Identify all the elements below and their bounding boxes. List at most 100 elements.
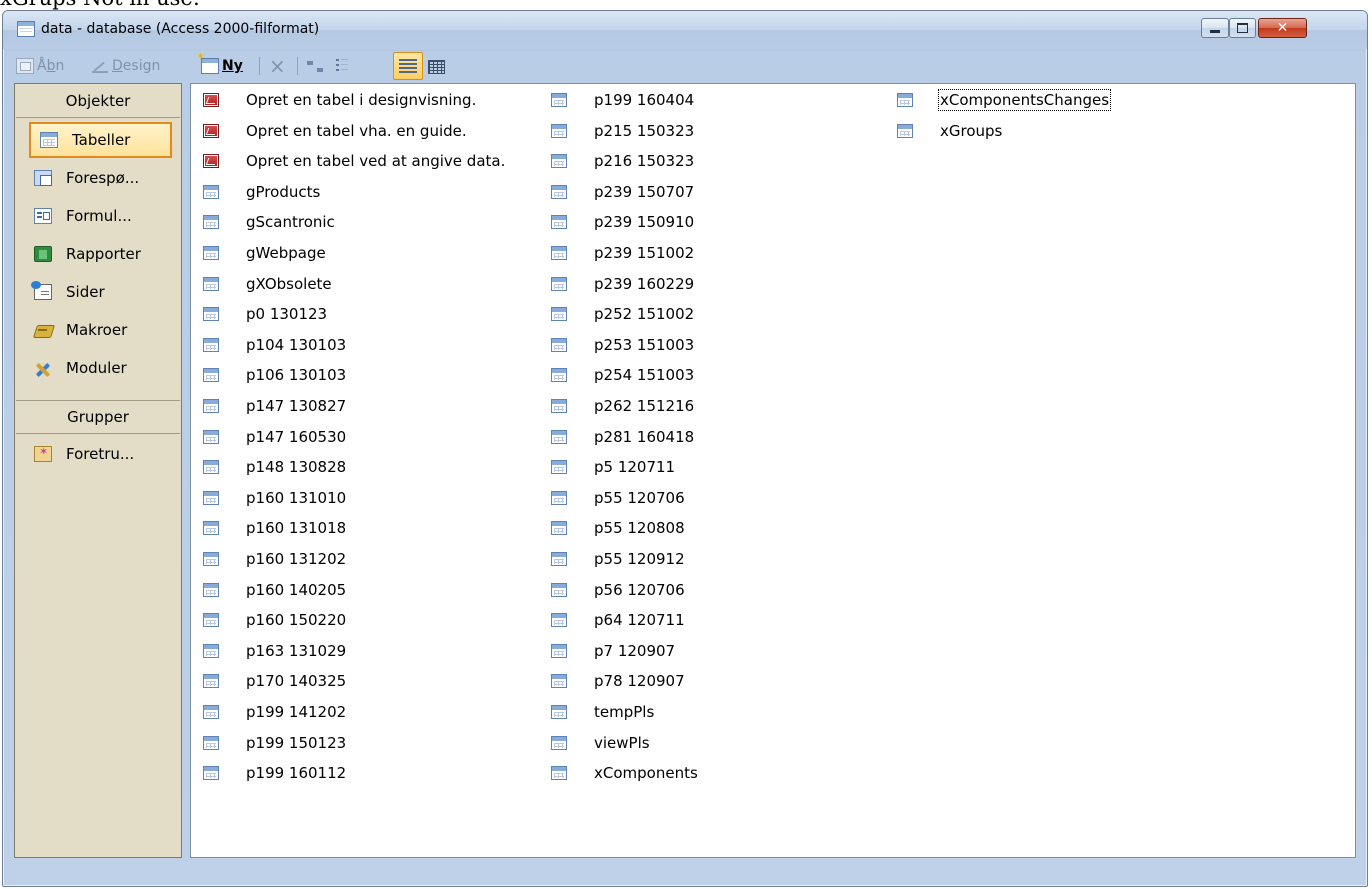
minimize-button[interactable] — [1201, 18, 1229, 38]
table-icon — [203, 215, 219, 229]
table-item[interactable]: p106 130103 — [203, 360, 347, 390]
table-item-label: p55 120912 — [594, 550, 685, 568]
database-window-icon[interactable] — [17, 21, 35, 37]
table-item[interactable]: gProducts — [203, 177, 321, 207]
close-button[interactable]: ✕ — [1258, 18, 1307, 38]
grid-view-button[interactable] — [427, 54, 448, 78]
sidebar-item-label: Foretru... — [66, 445, 135, 463]
table-item[interactable]: p0 130123 — [203, 299, 328, 329]
table-item[interactable]: p55 120808 — [551, 513, 686, 543]
table-item[interactable]: p215 150323 — [551, 116, 695, 146]
sidebar-item-reports[interactable]: Rapporter — [23, 236, 173, 272]
table-item[interactable]: p55 120912 — [551, 544, 686, 574]
table-item[interactable]: p160 131202 — [203, 544, 347, 574]
table-item[interactable]: p163 131029 — [203, 636, 347, 666]
sidebar-item-modules[interactable]: Moduler — [23, 350, 173, 386]
table-item[interactable]: p160 140205 — [203, 575, 347, 605]
table-item[interactable]: gWebpage — [203, 238, 327, 268]
table-item[interactable]: p78 120907 — [551, 666, 686, 696]
groups-header[interactable]: Grupper — [16, 400, 180, 434]
table-item-label: p199 150123 — [246, 734, 347, 752]
sidebar-item-pages[interactable]: Sider — [23, 274, 173, 310]
table-item[interactable]: p147 160530 — [203, 422, 347, 452]
table-item[interactable]: xComponentsChanges — [897, 85, 1112, 115]
table-item-label: viewPls — [594, 734, 650, 752]
sidebar-item-macros[interactable]: Makroer — [23, 312, 173, 348]
table-item[interactable]: gXObsolete — [203, 269, 333, 299]
table-icon — [551, 613, 567, 627]
table-item-label: p7 120907 — [594, 642, 676, 660]
table-item[interactable]: xComponents — [551, 758, 699, 788]
table-item[interactable]: p199 160404 — [551, 85, 695, 115]
minimize-icon — [1210, 29, 1220, 33]
open-button[interactable]: Åbn — [16, 54, 64, 78]
objects-header[interactable]: Objekter — [16, 85, 180, 118]
table-item[interactable]: xGroups — [897, 116, 1003, 146]
table-item[interactable]: p252 151002 — [551, 299, 695, 329]
table-item[interactable]: p7 120907 — [551, 636, 676, 666]
table-icon — [551, 338, 567, 352]
table-item[interactable]: p199 160112 — [203, 758, 347, 788]
table-item[interactable]: p216 150323 — [551, 146, 695, 176]
title-bar[interactable]: data - database (Access 2000-filformat) … — [3, 11, 1367, 49]
table-icon — [551, 215, 567, 229]
object-list[interactable]: Opret en tabel i designvisning. Opret en … — [190, 83, 1356, 858]
table-icon — [203, 674, 219, 688]
table-item[interactable]: p160 131010 — [203, 483, 347, 513]
sidebar-item-tables[interactable]: Tabeller — [29, 122, 172, 158]
table-item[interactable]: p262 151216 — [551, 391, 695, 421]
table-icon — [551, 430, 567, 444]
large-icons-icon — [305, 58, 327, 74]
create-table-shortcut[interactable]: Opret en tabel i designvisning. — [203, 85, 477, 115]
table-item[interactable]: p147 130827 — [203, 391, 347, 421]
table-item[interactable]: tempPls — [551, 697, 655, 727]
maximize-button[interactable] — [1229, 18, 1256, 38]
table-item[interactable]: viewPls — [551, 728, 651, 758]
new-button[interactable]: Ny — [196, 50, 243, 78]
table-item[interactable]: p160 150220 — [203, 605, 347, 635]
table-item[interactable]: p170 140325 — [203, 666, 347, 696]
table-item[interactable]: p104 130103 — [203, 330, 347, 360]
table-item-label: p160 131010 — [246, 489, 347, 507]
sidebar-item-favorites[interactable]: Foretru... — [23, 436, 173, 472]
table-item-label: tempPls — [594, 703, 655, 721]
table-item[interactable]: p5 120711 — [551, 452, 676, 482]
create-table-icon — [203, 124, 219, 138]
table-item[interactable]: p239 150910 — [551, 207, 695, 237]
create-table-shortcut[interactable]: Opret en tabel vha. en guide. — [203, 116, 468, 146]
create-table-shortcut[interactable]: Opret en tabel ved at angive data. — [203, 146, 506, 176]
delete-button[interactable]: × — [269, 54, 286, 78]
table-icon — [203, 307, 219, 321]
table-item-label: p5 120711 — [594, 458, 676, 476]
table-icon — [551, 93, 567, 107]
table-item[interactable]: p199 141202 — [203, 697, 347, 727]
table-item[interactable]: p281 160418 — [551, 422, 695, 452]
table-icon — [551, 307, 567, 321]
sidebar-item-forms[interactable]: Formul... — [23, 198, 173, 234]
table-item-label: Opret en tabel ved at angive data. — [246, 152, 506, 170]
list-view-button[interactable] — [334, 54, 355, 78]
table-item[interactable]: p64 120711 — [551, 605, 686, 635]
table-item[interactable]: p239 151002 — [551, 238, 695, 268]
table-icon — [203, 399, 219, 413]
table-item[interactable]: p55 120706 — [551, 483, 686, 513]
table-icon — [203, 430, 219, 444]
table-item[interactable]: p239 150707 — [551, 177, 695, 207]
table-item[interactable]: p239 160229 — [551, 269, 695, 299]
details-view-button[interactable] — [393, 52, 423, 80]
table-item[interactable]: gScantronic — [203, 207, 336, 237]
window-title: data - database (Access 2000-filformat) — [41, 21, 320, 37]
table-item[interactable]: p199 150123 — [203, 728, 347, 758]
design-button[interactable]: Design — [91, 54, 160, 78]
sidebar-item-queries[interactable]: Forespø... — [23, 160, 173, 196]
table-item-label: p160 150220 — [246, 611, 347, 629]
large-icons-view-button[interactable] — [305, 54, 330, 78]
table-item[interactable]: p56 120706 — [551, 575, 686, 605]
sidebar-item-label: Rapporter — [66, 245, 141, 263]
table-item-label: gProducts — [246, 183, 321, 201]
table-item-label: p281 160418 — [594, 428, 695, 446]
table-item[interactable]: p160 131018 — [203, 513, 347, 543]
table-item[interactable]: p148 130828 — [203, 452, 347, 482]
table-item[interactable]: p253 151003 — [551, 330, 695, 360]
table-item[interactable]: p254 151003 — [551, 360, 695, 390]
